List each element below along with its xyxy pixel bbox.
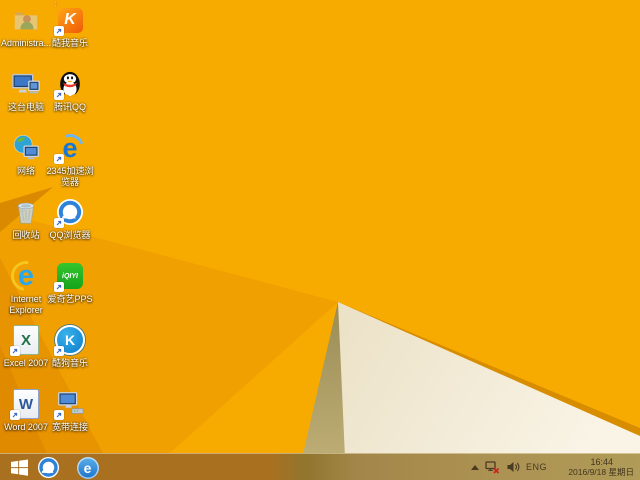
browser-e-icon: e bbox=[76, 456, 99, 479]
shortcut-arrow-icon bbox=[54, 218, 64, 228]
desktop-icon-qq-browser[interactable]: QQ浏览器 bbox=[42, 196, 98, 241]
show-hidden-icons-button[interactable] bbox=[470, 464, 479, 470]
shortcut-arrow-icon bbox=[54, 282, 64, 292]
shortcut-arrow-icon bbox=[54, 154, 64, 164]
broadband-icon bbox=[54, 388, 86, 420]
icon-label: 爱奇艺PPS bbox=[47, 294, 93, 304]
computer-icon bbox=[10, 68, 42, 100]
user-folder-icon bbox=[10, 4, 42, 36]
kugou-icon: K bbox=[54, 324, 86, 356]
qq-penguin-icon bbox=[54, 68, 86, 100]
network-globe-icon bbox=[10, 132, 42, 164]
icon-label: 2345加速浏 览器 bbox=[46, 166, 94, 187]
qq-browser-icon bbox=[54, 196, 86, 228]
browser-e-icon: e bbox=[51, 129, 89, 167]
clock-time: 16:44 bbox=[590, 457, 613, 467]
music-note-icon: ♪ bbox=[51, 0, 60, 11]
word-icon: W bbox=[10, 388, 42, 420]
start-button[interactable] bbox=[7, 458, 31, 477]
desktop-icon-broadband[interactable]: 宽带连接 bbox=[42, 388, 98, 433]
desktop: Administra... ♪ K 酷我音乐 这台电脑 腾讯QQ 网络 e 23… bbox=[0, 0, 640, 480]
shortcut-arrow-icon bbox=[10, 410, 20, 420]
shortcut-arrow-icon bbox=[10, 346, 20, 356]
clock-date: 2016/9/18 星期日 bbox=[568, 467, 634, 477]
kuwo-music-icon: ♪ K bbox=[52, 0, 86, 36]
desktop-icon-kuwo-music[interactable]: ♪ K 酷我音乐 bbox=[42, 0, 98, 49]
icon-label: 酷我音乐 bbox=[51, 38, 88, 48]
icon-label: 宽带连接 bbox=[51, 422, 88, 432]
shortcut-arrow-icon bbox=[54, 410, 64, 420]
recycle-bin-icon bbox=[10, 196, 42, 228]
windows-logo-icon bbox=[10, 459, 28, 476]
desktop-icon-tencent-qq[interactable]: 腾讯QQ bbox=[42, 68, 98, 113]
desktop-icon-2345-browser[interactable]: e 2345加速浏 览器 bbox=[42, 129, 98, 188]
shortcut-arrow-icon bbox=[54, 26, 64, 36]
excel-icon: X bbox=[10, 324, 42, 356]
network-disconnected-icon[interactable] bbox=[485, 460, 500, 474]
icon-label: QQ浏览器 bbox=[49, 230, 91, 240]
language-indicator[interactable]: ENG bbox=[526, 462, 547, 472]
taskbar: e ENG 16:44 2016/9/18 星期日 bbox=[0, 453, 640, 480]
system-tray: ENG 16:44 2016/9/18 星期日 bbox=[470, 454, 640, 480]
desktop-icon-iqiyi-pps[interactable]: iQIYI 爱奇艺PPS bbox=[42, 260, 98, 305]
taskbar-clock[interactable]: 16:44 2016/9/18 星期日 bbox=[553, 457, 635, 477]
shortcut-arrow-icon bbox=[54, 90, 64, 100]
taskbar-qq-browser-button[interactable] bbox=[37, 456, 60, 479]
ie-icon: e bbox=[5, 255, 47, 297]
taskbar-browser-e-button[interactable]: e bbox=[76, 456, 99, 479]
desktop-icon-kugou-music[interactable]: K 酷狗音乐 bbox=[42, 324, 98, 369]
icon-label: 腾讯QQ bbox=[53, 102, 86, 112]
iqiyi-icon: iQIYI bbox=[54, 260, 86, 292]
icon-label: 酷狗音乐 bbox=[51, 358, 88, 368]
volume-icon[interactable] bbox=[506, 461, 520, 473]
shortcut-arrow-icon bbox=[54, 346, 64, 356]
qq-browser-icon bbox=[37, 456, 60, 479]
